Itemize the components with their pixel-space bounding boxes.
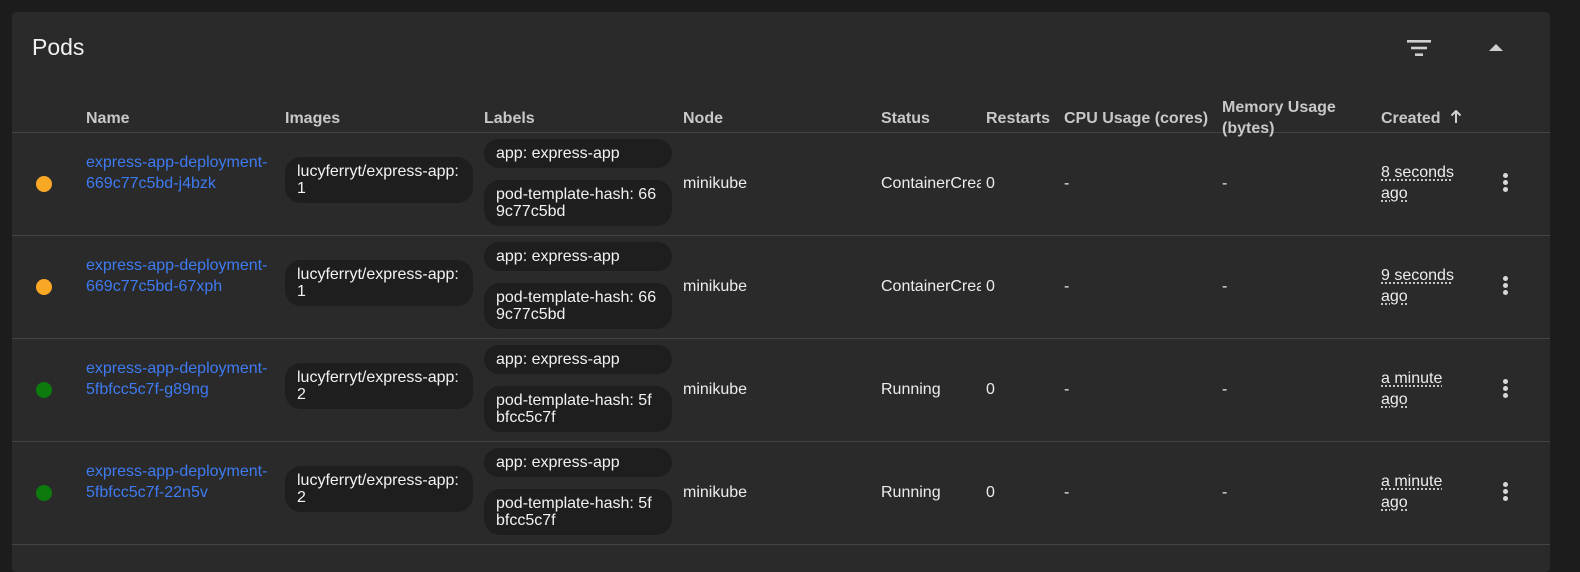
node-cell: minikube [683,484,748,501]
column-header-images[interactable]: Images [285,108,340,129]
table-row: express-app-deployment-5fbfcc5c7f-g89ng … [12,338,1550,442]
created-cell[interactable]: 9 seconds ago [1381,265,1471,307]
node-cell: minikube [683,381,748,398]
more-options-icon[interactable] [1498,377,1512,403]
image-chip: lucyferryt/express-app:2 [285,466,473,512]
label-chip-app: app: express-app [484,448,672,477]
label-chip-hash: pod-template-hash: 669c77c5bd [484,180,672,226]
restarts-cell: 0 [986,175,995,192]
cpu-cell: - [1064,175,1070,192]
status-indicator-icon [36,176,52,192]
pod-name-link[interactable]: express-app-deployment-669c77c5bd-67xph [86,255,276,297]
card-title: Pods [32,34,85,60]
status-cell: Running [881,484,941,501]
cpu-cell: - [1064,381,1070,398]
column-header-created[interactable]: Created [1381,108,1463,129]
pods-card: Pods Name Images Labels Node Status Rest… [12,12,1550,572]
restarts-cell: 0 [986,278,995,295]
more-options-icon[interactable] [1498,480,1512,506]
table-row: express-app-deployment-669c77c5bd-j4bzk … [12,132,1550,236]
status-indicator-icon [36,485,52,501]
more-options-icon[interactable] [1498,171,1512,197]
table-header: Name Images Labels Node Status Restarts … [12,84,1550,137]
cpu-cell: - [1064,278,1070,295]
restarts-cell: 0 [986,381,995,398]
column-header-name[interactable]: Name [86,108,130,129]
node-cell: minikube [683,175,748,192]
created-cell[interactable]: a minute ago [1381,471,1471,513]
table-row: express-app-deployment-669c77c5bd-67xph … [12,235,1550,339]
label-chip-hash: pod-template-hash: 5fbfcc5c7f [484,386,672,432]
image-chip: lucyferryt/express-app:1 [285,260,473,306]
node-cell: minikube [683,278,748,295]
table-row: express-app-deployment-5fbfcc5c7f-22n5v … [12,441,1550,545]
column-header-cpu[interactable]: CPU Usage (cores) [1064,108,1208,129]
column-header-status[interactable]: Status [881,108,930,129]
memory-cell: - [1222,175,1228,192]
memory-cell: - [1222,381,1228,398]
cpu-cell: - [1064,484,1070,501]
label-chip-hash: pod-template-hash: 5fbfcc5c7f [484,489,672,535]
created-cell[interactable]: a minute ago [1381,368,1471,410]
label-chip-app: app: express-app [484,139,672,168]
column-header-node[interactable]: Node [683,108,723,129]
column-header-labels[interactable]: Labels [484,108,535,129]
label-chip-app: app: express-app [484,345,672,374]
status-cell: Running [881,381,941,398]
column-header-created-label: Created [1381,110,1441,127]
memory-cell: - [1222,484,1228,501]
arrow-up-icon [1450,109,1462,123]
status-indicator-icon [36,279,52,295]
more-options-icon[interactable] [1498,274,1512,300]
memory-cell: - [1222,278,1228,295]
pod-name-link[interactable]: express-app-deployment-5fbfcc5c7f-g89ng [86,358,276,400]
chevron-up-icon[interactable] [1484,38,1508,58]
status-cell: ContainerCreating [881,175,981,192]
restarts-cell: 0 [986,484,995,501]
image-chip: lucyferryt/express-app:1 [285,157,473,203]
column-header-restarts[interactable]: Restarts [986,108,1050,129]
status-cell: ContainerCreating [881,278,981,295]
status-indicator-icon [36,382,52,398]
label-chip-app: app: express-app [484,242,672,271]
created-cell[interactable]: 8 seconds ago [1381,162,1471,204]
image-chip: lucyferryt/express-app:2 [285,363,473,409]
filter-icon[interactable] [1406,38,1432,58]
pod-name-link[interactable]: express-app-deployment-669c77c5bd-j4bzk [86,152,276,194]
pod-name-link[interactable]: express-app-deployment-5fbfcc5c7f-22n5v [86,461,276,503]
label-chip-hash: pod-template-hash: 669c77c5bd [484,283,672,329]
